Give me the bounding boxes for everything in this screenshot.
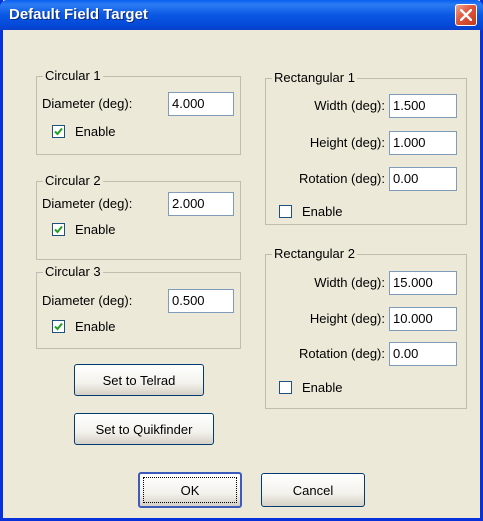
close-icon xyxy=(460,9,472,21)
circular-3-enable-checkbox[interactable] xyxy=(52,320,65,333)
circular-1-diameter-input[interactable]: 4.000 xyxy=(168,92,234,116)
rectangular-2-enable-checkbox[interactable] xyxy=(279,381,292,394)
set-to-telrad-button[interactable]: Set to Telrad xyxy=(74,364,204,396)
rotation-label: Rotation (deg): xyxy=(299,346,385,361)
height-label: Height (deg): xyxy=(309,135,385,150)
height-label: Height (deg): xyxy=(309,311,385,326)
rotation-label: Rotation (deg): xyxy=(299,171,385,186)
diameter-label: Diameter (deg): xyxy=(42,196,133,211)
rectangular-1-rotation-input[interactable]: 0.00 xyxy=(389,167,457,191)
checkmark-icon xyxy=(54,225,63,234)
enable-label: Enable xyxy=(75,222,116,237)
focus-rectangle xyxy=(143,477,237,503)
title-bar[interactable]: Default Field Target xyxy=(0,0,483,30)
set-to-quikfinder-button[interactable]: Set to Quikfinder xyxy=(74,413,214,445)
group-label: Circular 3 xyxy=(43,264,103,279)
window-title: Default Field Target xyxy=(9,6,148,23)
close-button[interactable] xyxy=(455,4,477,26)
rectangular-1-enable-checkbox[interactable] xyxy=(279,205,292,218)
group-label: Circular 2 xyxy=(43,173,103,188)
enable-label: Enable xyxy=(75,124,116,139)
enable-label: Enable xyxy=(302,204,343,219)
circular-1-enable-checkbox[interactable] xyxy=(52,125,65,138)
enable-label: Enable xyxy=(302,380,343,395)
group-label: Circular 1 xyxy=(43,68,103,83)
checkmark-icon xyxy=(54,322,63,331)
rectangular-1-height-input[interactable]: 1.000 xyxy=(389,131,457,155)
rectangular-1-width-input[interactable]: 1.500 xyxy=(389,94,457,118)
enable-label: Enable xyxy=(75,319,116,334)
rectangular-2-width-input[interactable]: 15.000 xyxy=(389,271,457,295)
group-label: Rectangular 1 xyxy=(272,70,357,85)
rectangular-2-rotation-input[interactable]: 0.00 xyxy=(389,342,457,366)
circular-2-enable-checkbox[interactable] xyxy=(52,223,65,236)
ok-button[interactable]: OK xyxy=(138,472,242,508)
width-label: Width (deg): xyxy=(314,98,385,113)
cancel-button[interactable]: Cancel xyxy=(261,473,365,507)
width-label: Width (deg): xyxy=(314,275,385,290)
circular-3-diameter-input[interactable]: 0.500 xyxy=(168,289,234,313)
group-label: Rectangular 2 xyxy=(272,246,357,261)
diameter-label: Diameter (deg): xyxy=(42,96,133,111)
circular-2-diameter-input[interactable]: 2.000 xyxy=(168,192,234,216)
rectangular-2-height-input[interactable]: 10.000 xyxy=(389,307,457,331)
dialog-window: Default Field Target Circular 1 Diameter… xyxy=(0,0,483,521)
checkmark-icon xyxy=(54,127,63,136)
diameter-label: Diameter (deg): xyxy=(42,293,133,308)
